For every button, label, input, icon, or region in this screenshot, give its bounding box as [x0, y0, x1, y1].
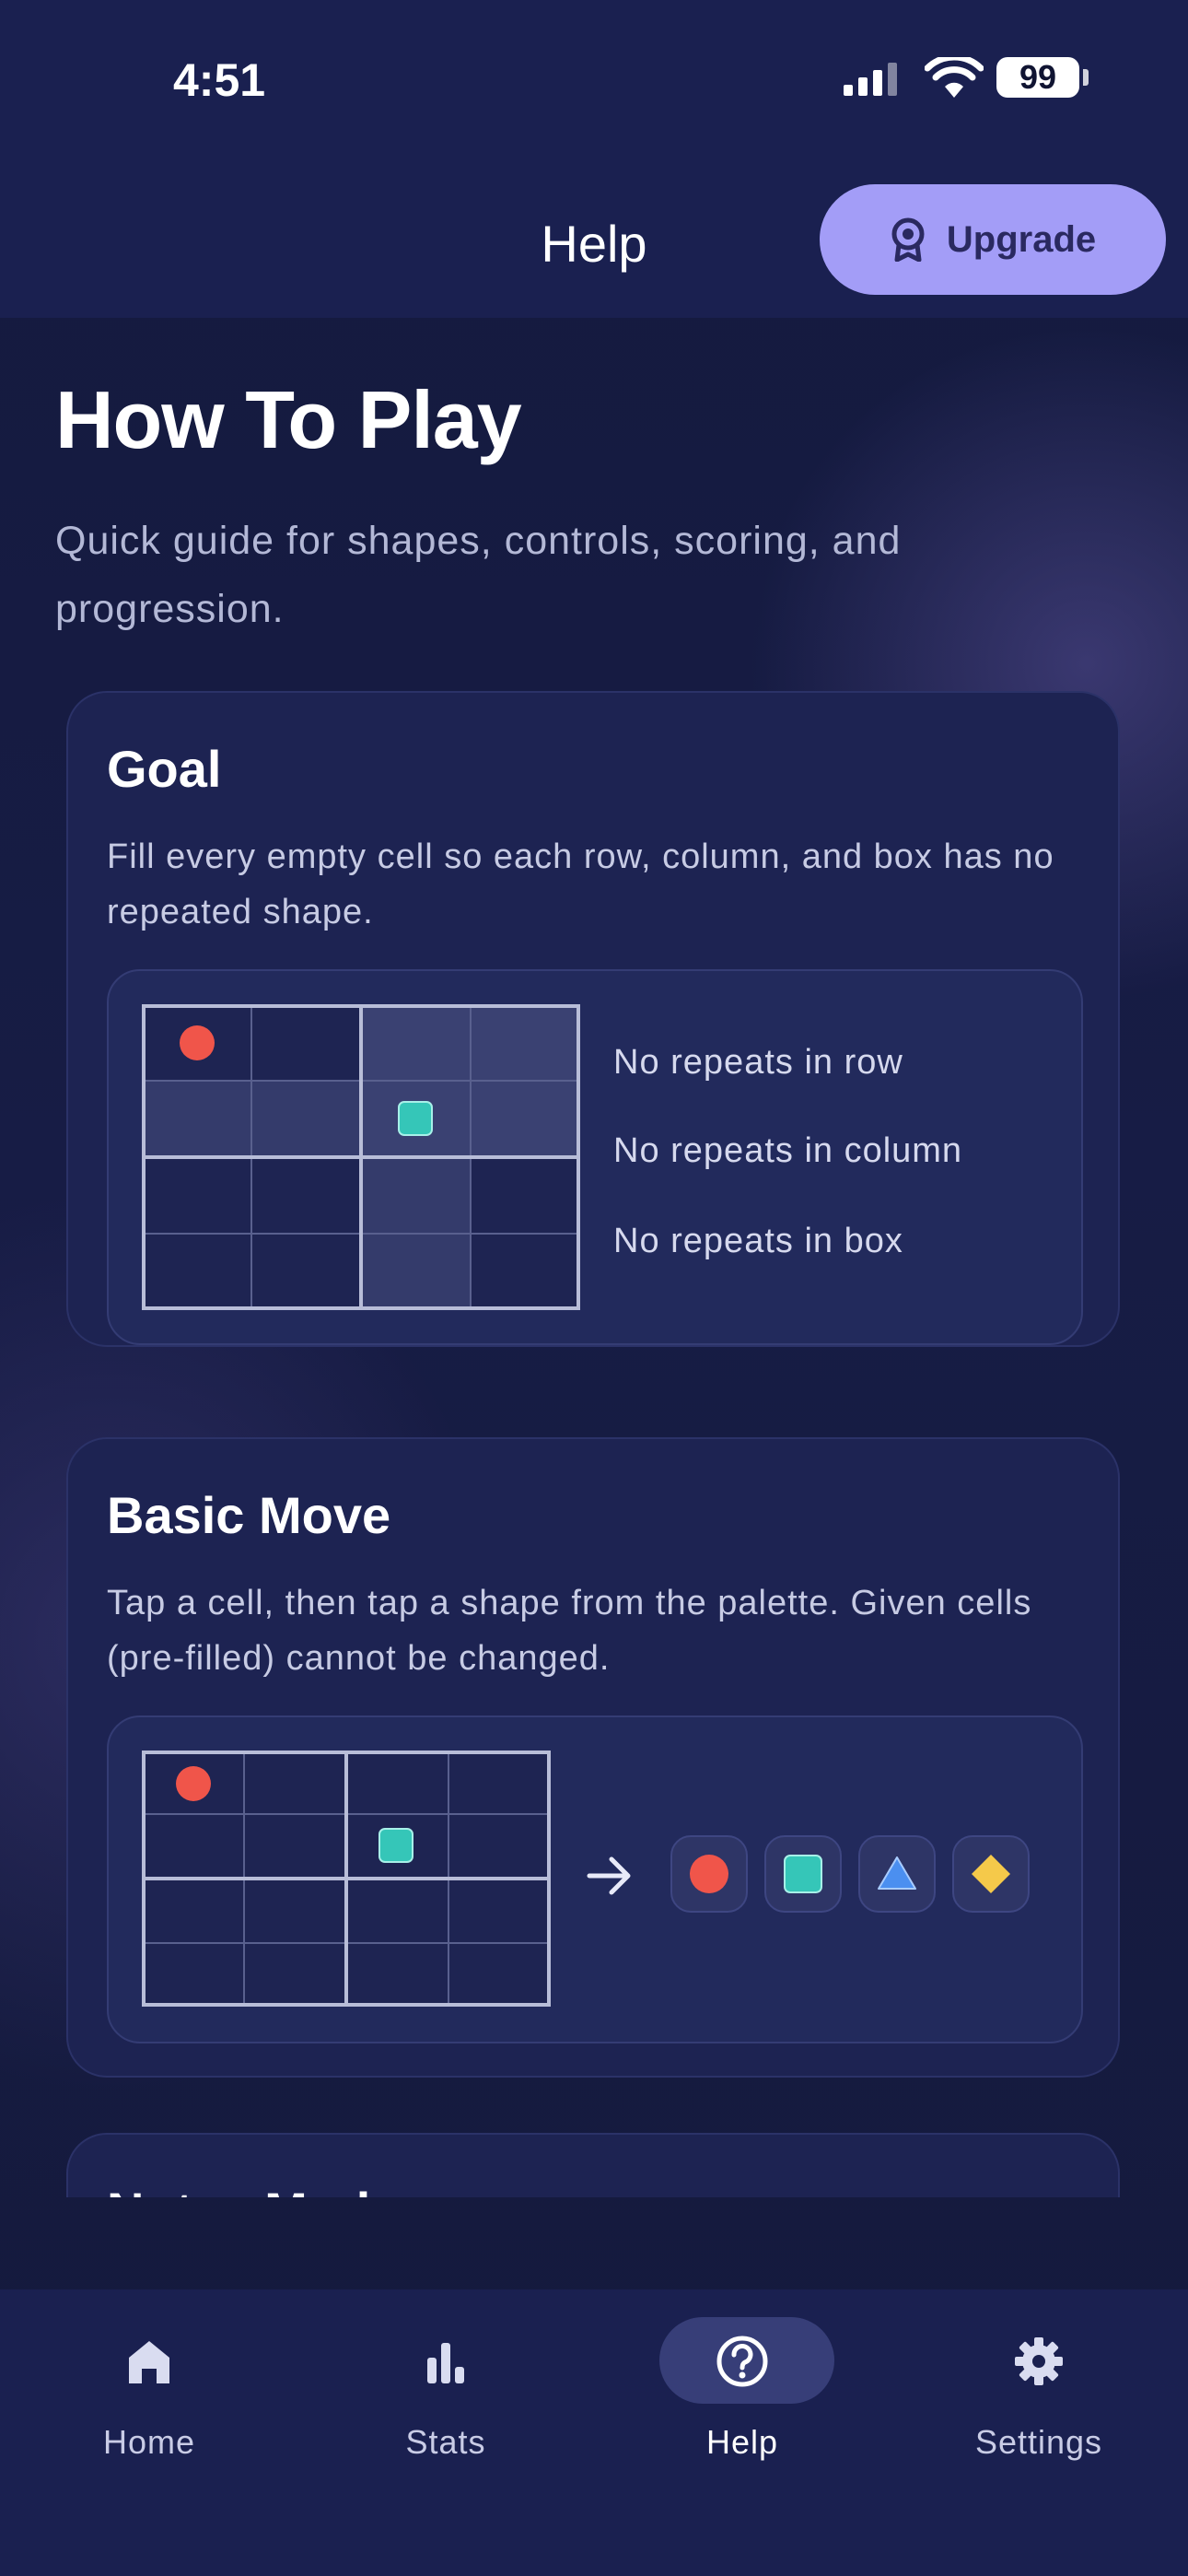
- help-content[interactable]: How To Play Quick guide for shapes, cont…: [0, 318, 1188, 2197]
- teal-square-icon: [379, 1828, 413, 1863]
- red-circle-icon: [690, 1855, 728, 1893]
- home-icon: [129, 2341, 169, 2383]
- notes-mode-title: Notes Mode: [107, 2181, 399, 2197]
- battery-indicator: 99: [996, 57, 1079, 98]
- help-icon: [716, 2336, 768, 2387]
- rule-box: No repeats in box: [613, 1222, 903, 1260]
- teal-square-icon: [784, 1855, 822, 1893]
- how-to-play-title: How To Play: [55, 374, 522, 465]
- move-grid: [142, 1751, 551, 2007]
- stats-icon: [427, 2343, 464, 2383]
- nav-home[interactable]: Home: [39, 2317, 260, 2465]
- goal-description: Fill every empty cell so each row, colum…: [107, 837, 1054, 931]
- nav-settings-label: Settings: [974, 2423, 1103, 2461]
- palette-diamond[interactable]: [952, 1835, 1030, 1913]
- palette-circle[interactable]: [670, 1835, 748, 1913]
- red-circle-icon: [176, 1766, 211, 1801]
- teal-square-icon: [398, 1101, 433, 1136]
- nav-settings[interactable]: Settings: [928, 2317, 1149, 2465]
- how-to-play-subtitle: Quick guide for shapes, controls, scorin…: [55, 519, 902, 631]
- top-bar: 4:51 99 Help Upgrade: [0, 0, 1188, 318]
- goal-demo: No repeats in row No repeats in column N…: [107, 969, 1083, 1345]
- upgrade-label: Upgrade: [946, 218, 1097, 260]
- status-time: 4:51: [173, 54, 266, 106]
- arrow-right-icon: [587, 1856, 631, 1895]
- bottom-nav: Home Stats Help Settings: [0, 2289, 1188, 2576]
- blue-triangle-icon: [878, 1856, 916, 1890]
- red-circle-icon: [180, 1025, 215, 1060]
- notes-mode-card: Notes Mode: [66, 2133, 1120, 2197]
- award-icon: [891, 217, 925, 262]
- battery-tip: [1083, 69, 1089, 86]
- gear-icon: [1015, 2337, 1063, 2385]
- basic-move-card: Basic Move Tap a cell, then tap a shape …: [66, 1437, 1120, 2078]
- signal-icon: [844, 63, 897, 96]
- rule-column: No repeats in column: [613, 1131, 963, 1170]
- wifi-icon: [925, 57, 984, 98]
- nav-home-label: Home: [102, 2423, 196, 2461]
- palette-triangle[interactable]: [858, 1835, 936, 1913]
- nav-stats[interactable]: Stats: [335, 2317, 556, 2465]
- goal-title: Goal: [107, 740, 222, 798]
- nav-help-label: Help: [705, 2423, 779, 2461]
- nav-stats-label: Stats: [405, 2423, 486, 2461]
- rule-row: No repeats in row: [613, 1043, 903, 1082]
- goal-grid: [142, 1004, 580, 1310]
- upgrade-button[interactable]: Upgrade: [820, 184, 1166, 295]
- nav-help[interactable]: Help: [632, 2317, 853, 2465]
- goal-card: Goal Fill every empty cell so each row, …: [66, 691, 1120, 1347]
- basic-move-title: Basic Move: [107, 1486, 391, 1544]
- palette-square[interactable]: [764, 1835, 842, 1913]
- basic-move-description: Tap a cell, then tap a shape from the pa…: [107, 1584, 1032, 1678]
- yellow-diamond-icon: [972, 1855, 1010, 1893]
- basic-move-demo: [107, 1715, 1083, 2043]
